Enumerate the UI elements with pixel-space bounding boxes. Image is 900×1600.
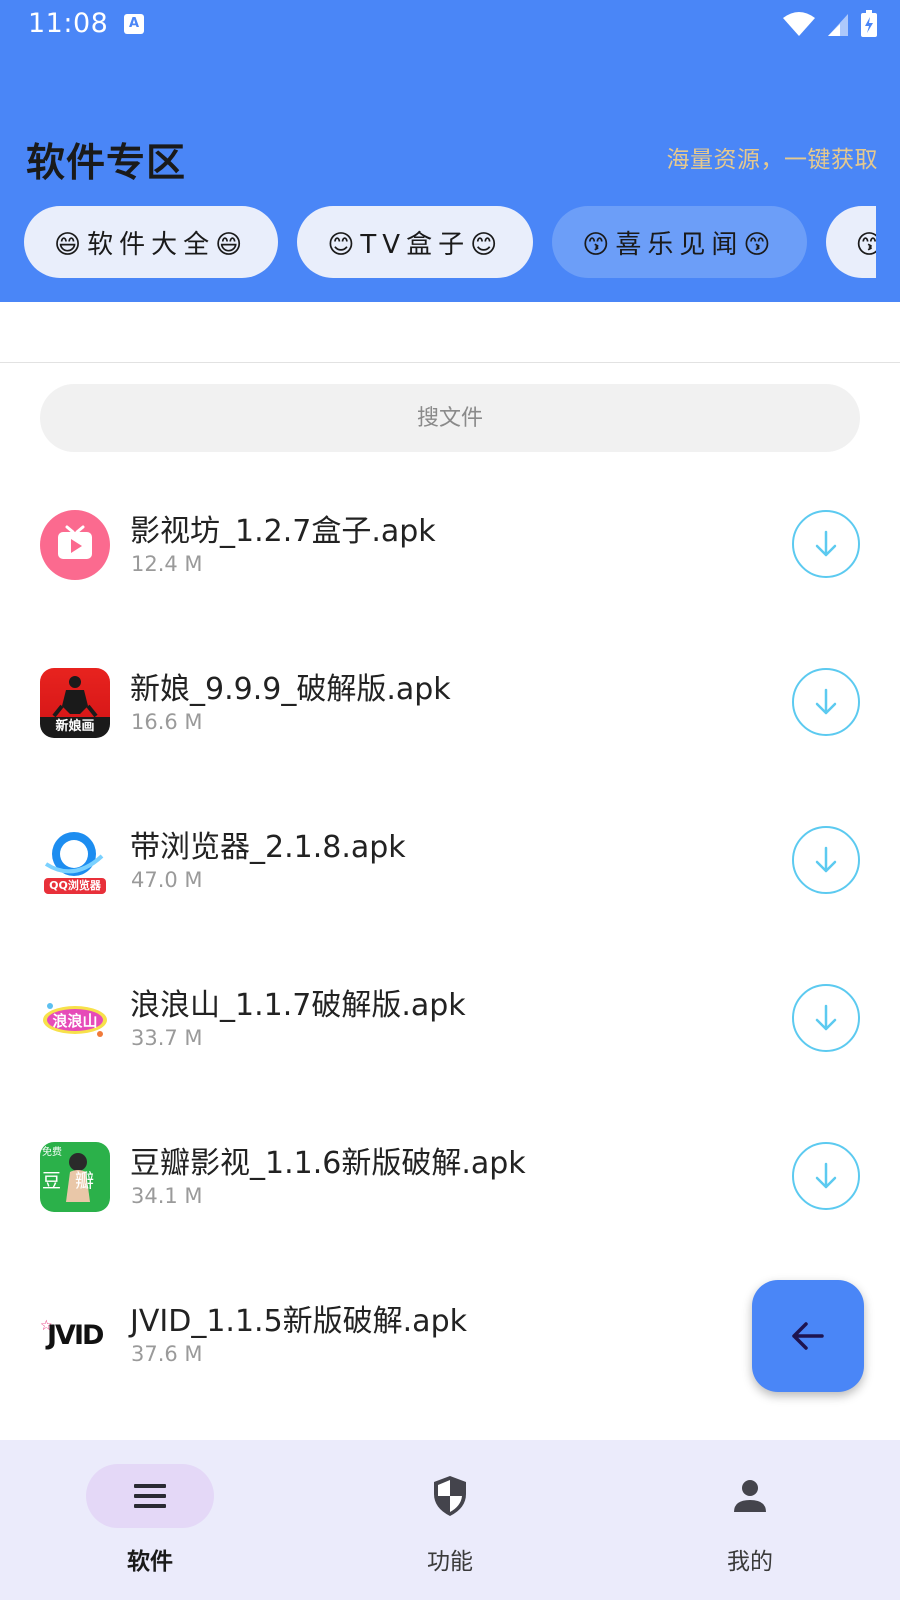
nav-item-features[interactable]: 功能 [300,1440,600,1600]
nav-label: 功能 [427,1549,473,1575]
download-button[interactable] [792,826,860,894]
wifi-icon [783,12,815,36]
file-size: 16.6 M [131,710,203,734]
bottom-nav: 软件 功能 我的 [0,1440,900,1600]
nav-label: 软件 [127,1549,173,1575]
divider [0,362,900,363]
shield-icon [434,1476,466,1516]
tv-play-icon [40,510,110,580]
cell-signal-icon [828,14,848,36]
file-size: 33.7 M [131,1026,203,1050]
file-size: 47.0 M [131,868,203,892]
list-item[interactable]: 免费 豆瓣 豆瓣影视_1.1.6新版破解.apk 34.1 M [0,1098,900,1256]
app-notification-icon: A [124,14,144,34]
xinniang-logo-icon: 新娘画 [40,668,110,738]
download-button[interactable] [792,984,860,1052]
download-button[interactable] [792,1142,860,1210]
list-item[interactable]: 浪浪山 浪浪山_1.1.7破解版.apk 33.7 M [0,940,900,1098]
icon-text: 豆瓣 [42,1170,109,1192]
download-arrow-icon [815,530,837,557]
icon-text: 新娘画 [55,719,95,734]
category-chip[interactable]: 😙破 [825,206,876,278]
list-item[interactable]: QQ浏览器 带浏览器_2.1.8.apk 47.0 M [0,782,900,940]
nav-item-software[interactable]: 软件 [0,1440,300,1600]
menu-icon [134,1484,166,1508]
file-name: JVID_1.1.5新版破解.apk [130,1304,467,1339]
list-item[interactable]: 影视坊_1.2.7盒子.apk 12.4 M [0,466,900,624]
battery-charging-icon [861,10,877,37]
nav-item-mine[interactable]: 我的 [600,1440,900,1600]
status-indicators [782,10,878,38]
nav-pill [686,1464,814,1528]
arrow-left-icon [792,1322,824,1350]
category-tabs: 😄软件大全😄 😊TV盒子😊 😙喜乐见闻😙 😙破 [24,206,876,278]
person-icon [734,1480,766,1512]
download-arrow-icon [815,846,837,873]
page-subtitle: 海量资源，一键获取 [666,147,878,173]
status-bar: 11:08 A [0,0,900,50]
qq-browser-icon: QQ浏览器 [40,826,110,896]
back-fab-button[interactable] [752,1280,864,1392]
download-arrow-icon [815,1004,837,1031]
download-button[interactable] [792,510,860,578]
file-size: 37.6 M [131,1342,203,1366]
file-size: 12.4 M [131,552,203,576]
file-name: 豆瓣影视_1.1.6新版破解.apk [130,1146,526,1181]
douban-video-icon: 免费 豆瓣 [40,1142,110,1212]
langlangshan-logo-icon: 浪浪山 [40,984,110,1054]
file-name: 新娘_9.9.9_破解版.apk [130,672,451,707]
file-name: 浪浪山_1.1.7破解版.apk [130,988,466,1023]
icon-text: JVID [47,1320,104,1351]
icon-badge: 免费 [42,1147,62,1158]
jvid-logo-icon: ☆ JVID [40,1300,110,1370]
status-time: 11:08 [28,8,109,39]
nav-pill [86,1464,214,1528]
download-arrow-icon [815,1162,837,1189]
header: 11:08 A 软件专区 海量资源，一键获取 😄软件大全😄 😊TV盒子😊 😙喜乐… [0,0,900,302]
page-title: 软件专区 [26,141,187,186]
category-chip[interactable]: 😊TV盒子😊 [297,206,534,278]
file-name: 带浏览器_2.1.8.apk [130,830,406,865]
nav-pill [386,1464,514,1528]
category-chip[interactable]: 😄软件大全😄 [24,206,279,278]
nav-label: 我的 [727,1549,773,1575]
file-size: 34.1 M [131,1184,203,1208]
category-chip-active[interactable]: 😙喜乐见闻😙 [552,206,807,278]
list-item[interactable]: 新娘画 新娘_9.9.9_破解版.apk 16.6 M [0,624,900,782]
icon-text: QQ浏览器 [49,879,101,892]
download-button[interactable] [792,668,860,736]
file-name: 影视坊_1.2.7盒子.apk [130,514,436,549]
download-arrow-icon [815,688,837,715]
icon-text: 浪浪山 [52,1012,98,1030]
search-input[interactable] [40,384,860,452]
file-list: 影视坊_1.2.7盒子.apk 12.4 M 新娘画 新娘_9.9.9_破解版.… [0,466,900,1414]
